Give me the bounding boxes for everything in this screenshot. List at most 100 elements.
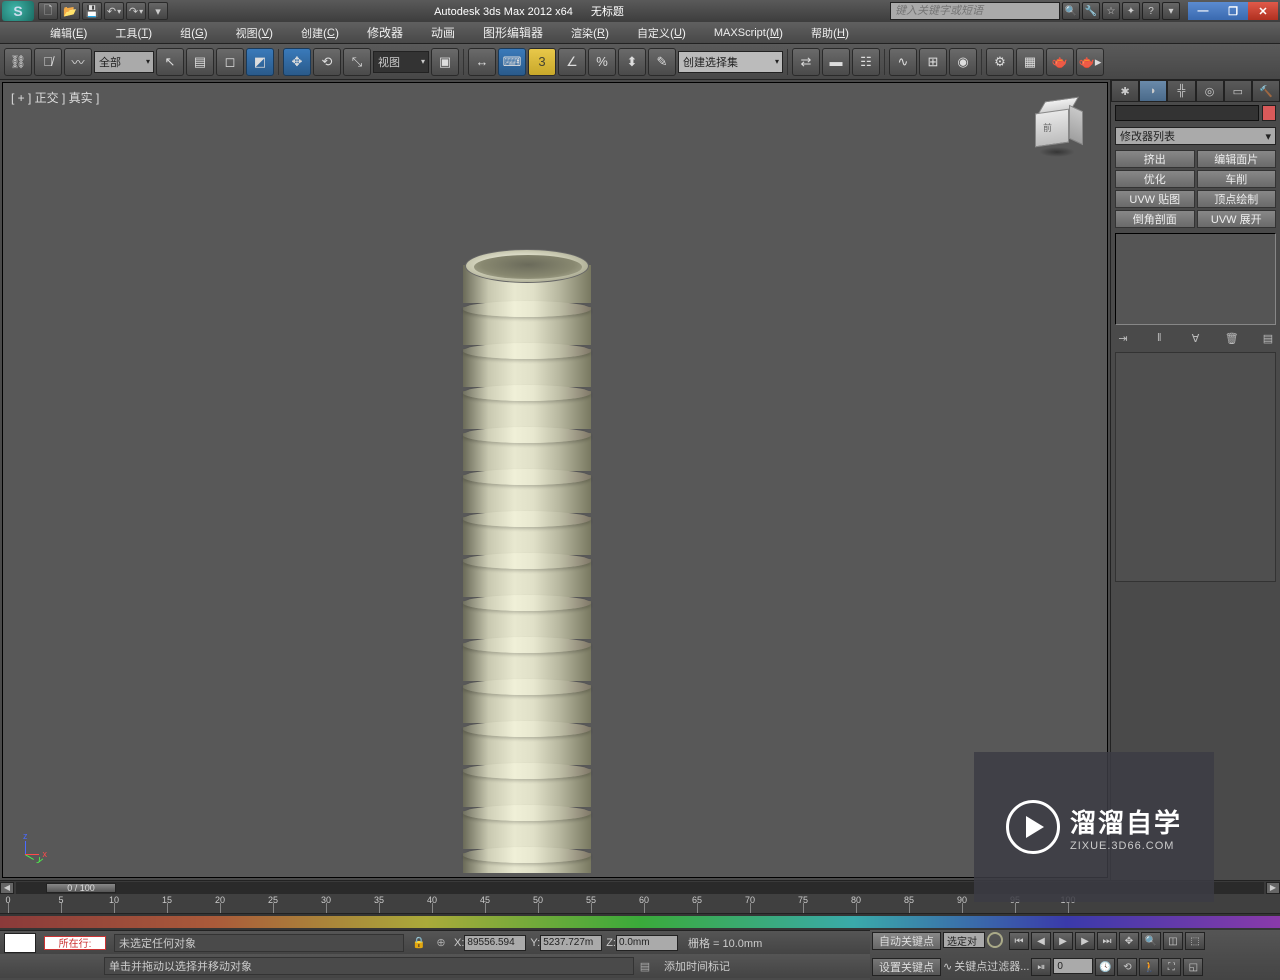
render-prod-icon[interactable]: 🫖▸ <box>1076 48 1104 76</box>
move-icon[interactable]: ✥ <box>283 48 311 76</box>
menu-group[interactable]: 组(G) <box>166 22 222 43</box>
tab-display-icon[interactable]: ▭ <box>1224 80 1252 102</box>
render-setup-icon[interactable]: ⚙ <box>986 48 1014 76</box>
menu-tools[interactable]: 工具(T) <box>101 22 166 43</box>
render-icon[interactable]: 🫖 <box>1046 48 1074 76</box>
comm-center-small-icon[interactable]: ▤ <box>636 957 654 975</box>
cylinder-object[interactable] <box>463 249 591 889</box>
named-selection-dropdown[interactable]: 创建选择集 <box>678 51 783 73</box>
tab-modify-icon[interactable]: ◗ <box>1139 80 1167 102</box>
modifier-list-dropdown[interactable]: 修改器列表 <box>1115 127 1276 145</box>
script-mini-listener[interactable] <box>4 933 36 953</box>
tab-hierarchy-icon[interactable]: ╬ <box>1167 80 1195 102</box>
viewport-label[interactable]: [ + ] 正交 ] 真实 ] <box>11 89 99 106</box>
viewport[interactable]: [ + ] 正交 ] 真实 ] 前 <box>2 82 1108 878</box>
key-mode-icon[interactable]: ⏯ <box>1031 958 1051 976</box>
play-icon[interactable]: ▶ <box>1053 932 1073 950</box>
nav-pan-icon[interactable]: ✥ <box>1119 932 1139 950</box>
key-filters[interactable]: ∿关键点过滤器... <box>943 958 1029 974</box>
time-scroll-left-icon[interactable]: ◀ <box>0 882 14 894</box>
manipulate-icon[interactable]: ↔ <box>468 48 496 76</box>
mirror-icon[interactable]: ⇄ <box>792 48 820 76</box>
select-object-icon[interactable]: ↖ <box>156 48 184 76</box>
remove-modifier-icon[interactable]: 🗑 <box>1224 330 1240 346</box>
modifier-stack[interactable] <box>1115 233 1276 325</box>
select-by-name-icon[interactable]: ▤ <box>186 48 214 76</box>
mod-vertex-paint-button[interactable]: 顶点绘制 <box>1197 190 1277 208</box>
exchange-icon[interactable]: ✦ <box>1122 2 1140 20</box>
material-editor-icon[interactable]: ◉ <box>949 48 977 76</box>
menu-customize[interactable]: 自定义(U) <box>623 22 700 43</box>
layers-icon[interactable]: ☷ <box>852 48 880 76</box>
help-search-input[interactable] <box>890 2 1060 20</box>
goto-start-icon[interactable]: ⏮ <box>1009 932 1029 950</box>
menu-rendering[interactable]: 渲染(R) <box>557 22 623 43</box>
schematic-view-icon[interactable]: ⊞ <box>919 48 947 76</box>
current-frame-input[interactable] <box>1053 958 1093 974</box>
menu-modifiers[interactable]: 修改器 <box>353 22 417 43</box>
nav-zoom-icon[interactable]: 🔍 <box>1141 932 1161 950</box>
set-key-big-icon[interactable] <box>987 932 1003 948</box>
mod-lathe-button[interactable]: 车削 <box>1197 170 1277 188</box>
link-icon[interactable]: ⛓ <box>4 48 32 76</box>
app-menu-icon[interactable]: S <box>2 1 34 21</box>
mod-extrude-button[interactable]: 挤出 <box>1115 150 1195 168</box>
time-slider-thumb[interactable]: 0 / 100 <box>46 883 116 893</box>
nav-extra-icon[interactable]: ◱ <box>1183 958 1203 976</box>
mod-uvw-map-button[interactable]: UVW 贴图 <box>1115 190 1195 208</box>
favorites-icon[interactable]: ☆ <box>1102 2 1120 20</box>
select-region-rect-icon[interactable]: ◻ <box>216 48 244 76</box>
tab-utilities-icon[interactable]: 🔨 <box>1252 80 1280 102</box>
menu-help[interactable]: 帮助(H) <box>797 22 863 43</box>
new-icon[interactable]: 🗋 <box>38 2 58 20</box>
time-scroll-right-icon[interactable]: ▶ <box>1266 882 1280 894</box>
x-input[interactable] <box>464 935 526 951</box>
ref-coord-dropdown[interactable]: 视图 <box>373 51 429 73</box>
menu-maxscript[interactable]: MAXScript(M) <box>700 22 797 43</box>
keyboard-shortcut-icon[interactable]: ⌨ <box>498 48 526 76</box>
tab-create-icon[interactable]: ✱ <box>1111 80 1139 102</box>
mod-unwrap-uvw-button[interactable]: UVW 展开 <box>1197 210 1277 228</box>
selection-lock-dropdown[interactable]: 选定对 <box>943 932 985 948</box>
mod-optimize-button[interactable]: 优化 <box>1115 170 1195 188</box>
lock-selection-icon[interactable]: 🔒 <box>410 934 428 952</box>
z-input[interactable] <box>616 935 678 951</box>
menu-graph-editors[interactable]: 图形编辑器 <box>469 22 557 43</box>
spinner-snap-icon[interactable]: ⬍ <box>618 48 646 76</box>
abs-rel-icon[interactable]: ⊕ <box>432 934 450 952</box>
nav-max-icon[interactable]: ⛶ <box>1161 958 1181 976</box>
save-icon[interactable]: 💾 <box>82 2 102 20</box>
menu-animation[interactable]: 动画 <box>417 22 469 43</box>
search-icon[interactable]: 🔍 <box>1062 2 1080 20</box>
curve-editor-icon[interactable]: ∿ <box>889 48 917 76</box>
goto-end-icon[interactable]: ⏭ <box>1097 932 1117 950</box>
maximize-button[interactable]: ❐ <box>1218 2 1248 20</box>
next-frame-icon[interactable]: ▶ <box>1075 932 1095 950</box>
help-icon[interactable]: ? <box>1142 2 1160 20</box>
make-unique-icon[interactable]: ∀ <box>1188 330 1204 346</box>
nav-region-icon[interactable]: ⬚ <box>1185 932 1205 950</box>
qat-customize-icon[interactable]: ▾ <box>148 2 168 20</box>
nav-orbit-icon[interactable]: ⟲ <box>1117 958 1137 976</box>
redo-icon[interactable]: ↷ <box>126 2 146 20</box>
pivot-center-icon[interactable]: ▣ <box>431 48 459 76</box>
render-frame-icon[interactable]: ▦ <box>1016 48 1044 76</box>
rotate-icon[interactable]: ⟲ <box>313 48 341 76</box>
nav-walk-icon[interactable]: 🚶 <box>1139 958 1159 976</box>
close-button[interactable]: ✕ <box>1248 2 1278 20</box>
unlink-icon[interactable]: ⛓̸ <box>34 48 62 76</box>
set-key-button[interactable]: 设置关键点 <box>872 958 941 976</box>
angle-snap-icon[interactable]: ∠ <box>558 48 586 76</box>
window-crossing-icon[interactable]: ◩ <box>246 48 274 76</box>
parameters-rollout[interactable] <box>1115 352 1276 582</box>
tab-motion-icon[interactable]: ◎ <box>1196 80 1224 102</box>
show-end-result-icon[interactable]: ‖ <box>1151 330 1167 346</box>
align-icon[interactable]: ▬ <box>822 48 850 76</box>
menu-views[interactable]: 视图(V) <box>222 22 287 43</box>
viewcube[interactable]: 前 <box>1029 97 1083 151</box>
help-drop-icon[interactable]: ▾ <box>1162 2 1180 20</box>
snap-toggle-icon[interactable]: 3 <box>528 48 556 76</box>
prev-frame-icon[interactable]: ◀ <box>1031 932 1051 950</box>
minimize-button[interactable]: — <box>1188 2 1218 20</box>
y-input[interactable] <box>540 935 602 951</box>
